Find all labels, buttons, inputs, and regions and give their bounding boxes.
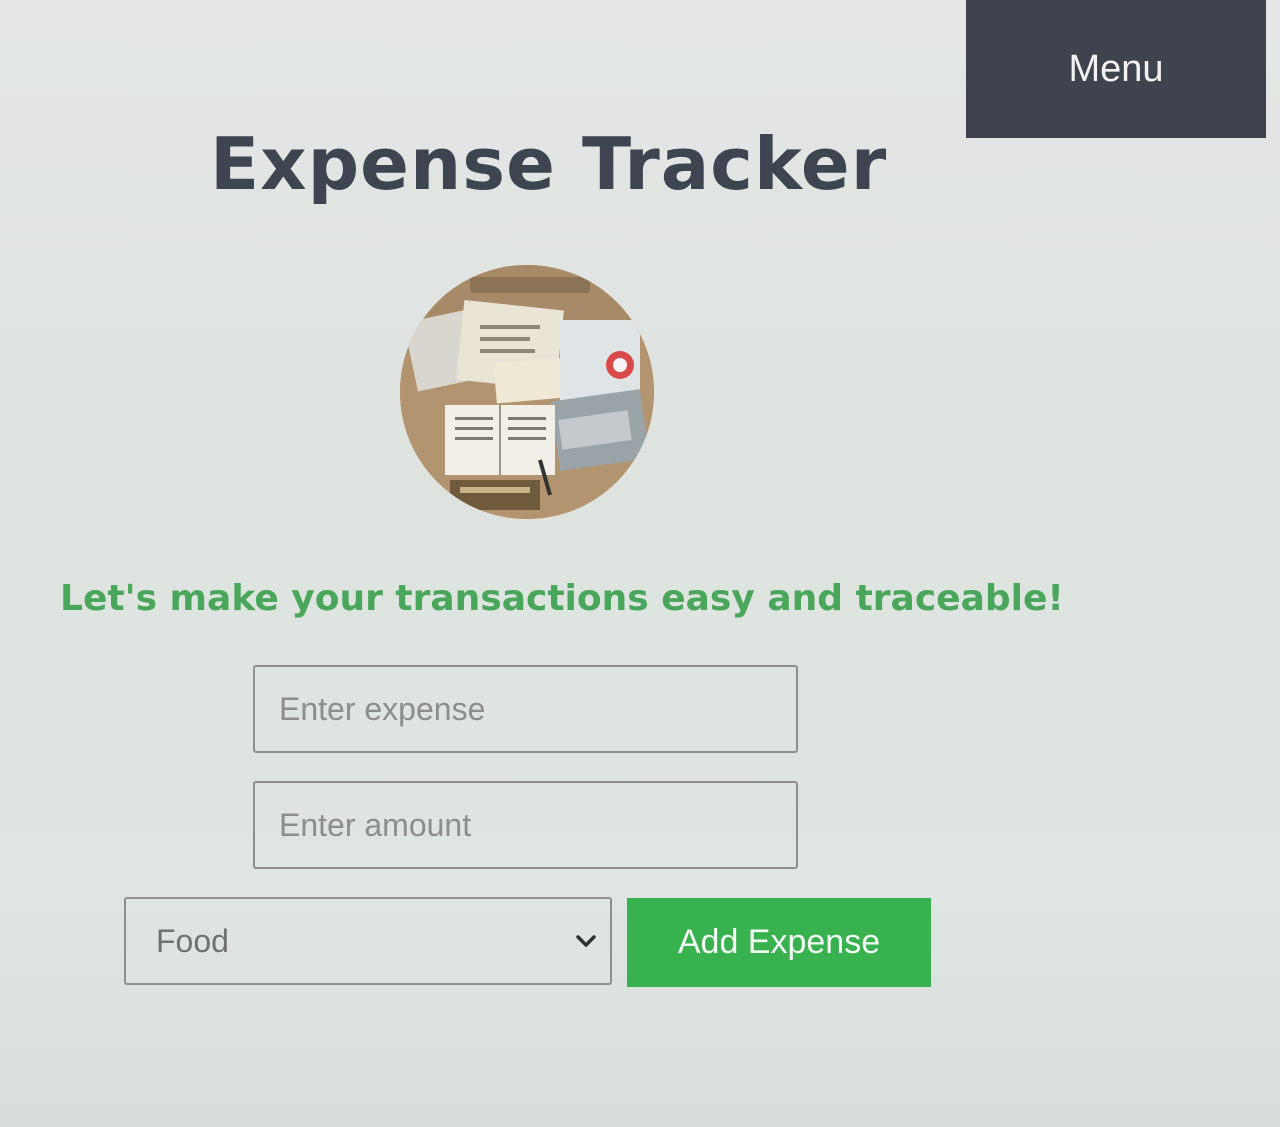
chevron-down-icon	[576, 935, 596, 947]
menu-button[interactable]: Menu	[966, 0, 1266, 138]
add-expense-button[interactable]: Add Expense	[627, 898, 931, 987]
category-select[interactable]: Food	[124, 897, 612, 985]
tagline: Let's make your transactions easy and tr…	[60, 578, 1064, 619]
amount-input[interactable]	[253, 781, 798, 869]
page: Menu Expense Tracker Let's make your tra…	[0, 0, 1280, 1127]
add-expense-button-label: Add Expense	[677, 923, 881, 961]
menu-button-label: Menu	[1068, 47, 1164, 90]
category-selected-value: Food	[156, 922, 229, 959]
page-title: Expense Tracker	[210, 122, 888, 206]
expense-illustration-icon	[400, 265, 654, 519]
expense-input[interactable]	[253, 665, 798, 753]
